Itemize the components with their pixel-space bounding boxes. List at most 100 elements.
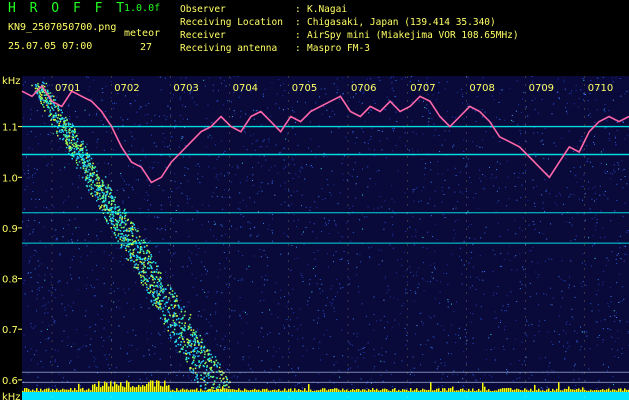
noise-pixel bbox=[542, 388, 544, 390]
noise-pixel bbox=[378, 249, 380, 251]
noise-pixel bbox=[239, 192, 241, 194]
meteor-pixel bbox=[206, 365, 208, 367]
noise-pixel bbox=[37, 143, 39, 145]
info-value: K.Nagai bbox=[307, 4, 348, 15]
app-version: 1.0.0f bbox=[124, 3, 161, 14]
noise-pixel bbox=[125, 183, 127, 185]
noise-pixel bbox=[555, 195, 557, 197]
noise-pixel bbox=[69, 115, 70, 117]
noise-pixel bbox=[564, 357, 566, 359]
noise-pixel bbox=[515, 110, 517, 112]
noise-pixel bbox=[534, 206, 536, 207]
meteor-pixel bbox=[190, 351, 192, 353]
noise-pixel bbox=[162, 238, 164, 240]
noise-pixel bbox=[533, 340, 535, 342]
noise-pixel bbox=[387, 285, 389, 287]
noise-pixel bbox=[103, 327, 105, 329]
noise-pixel bbox=[624, 253, 626, 255]
noise-pixel bbox=[564, 88, 566, 90]
noise-pixel bbox=[349, 207, 350, 209]
noise-pixel bbox=[68, 103, 70, 105]
meteor-pixel bbox=[82, 162, 85, 164]
meteor-pixel bbox=[69, 147, 72, 150]
noise-pixel bbox=[77, 133, 79, 134]
noise-pixel bbox=[586, 335, 588, 337]
meteor-pixel bbox=[180, 308, 183, 311]
noise-pixel bbox=[607, 260, 609, 262]
noise-pixel bbox=[367, 186, 369, 188]
noise-pixel bbox=[537, 277, 539, 278]
meteor-pixel bbox=[133, 260, 136, 263]
noise-pixel bbox=[461, 283, 463, 285]
noise-pixel bbox=[492, 249, 494, 251]
noise-pixel bbox=[335, 250, 337, 252]
meteor-pixel bbox=[123, 210, 125, 212]
noise-pixel bbox=[391, 82, 393, 84]
noise-pixel bbox=[546, 386, 548, 388]
noise-pixel bbox=[180, 121, 182, 123]
noise-pixel bbox=[323, 334, 325, 336]
meteor-pixel bbox=[219, 377, 221, 380]
meteor-pixel bbox=[176, 318, 178, 321]
noise-pixel bbox=[542, 207, 544, 209]
signal-bar bbox=[88, 388, 90, 392]
meteor-pixel bbox=[189, 317, 191, 319]
meteor-pixel bbox=[142, 250, 145, 253]
signal-bar bbox=[460, 388, 462, 392]
meteor-pixel bbox=[123, 240, 125, 242]
noise-pixel bbox=[97, 238, 99, 240]
noise-pixel bbox=[139, 378, 141, 380]
noise-pixel bbox=[422, 324, 424, 326]
noise-pixel bbox=[580, 282, 582, 284]
noise-pixel bbox=[276, 351, 277, 353]
noise-pixel bbox=[404, 192, 406, 194]
noise-pixel bbox=[47, 85, 48, 87]
noise-pixel bbox=[523, 307, 525, 309]
noise-pixel bbox=[231, 116, 233, 118]
signal-bar bbox=[352, 389, 354, 392]
signal-bar bbox=[480, 390, 482, 392]
noise-pixel bbox=[38, 99, 40, 100]
signal-bar bbox=[500, 388, 502, 392]
meteor-pixel bbox=[190, 344, 192, 347]
meteor-pixel bbox=[49, 111, 51, 113]
noise-pixel bbox=[171, 191, 173, 193]
noise-pixel bbox=[570, 240, 572, 242]
noise-pixel bbox=[534, 98, 536, 100]
signal-bar bbox=[550, 391, 552, 392]
noise-pixel bbox=[552, 297, 554, 299]
noise-pixel bbox=[347, 369, 349, 371]
meteor-pixel bbox=[121, 245, 123, 247]
signal-bar bbox=[568, 386, 570, 392]
noise-pixel bbox=[317, 309, 319, 311]
noise-pixel bbox=[602, 284, 604, 286]
meteor-pixel bbox=[128, 239, 130, 241]
noise-pixel bbox=[522, 172, 524, 174]
meteor-pixel bbox=[180, 327, 182, 329]
noise-pixel bbox=[596, 388, 598, 390]
signal-bar bbox=[598, 390, 600, 392]
noise-pixel bbox=[622, 170, 624, 172]
noise-pixel bbox=[368, 112, 370, 114]
noise-pixel bbox=[130, 360, 132, 361]
noise-pixel bbox=[297, 101, 298, 103]
noise-pixel bbox=[156, 216, 158, 218]
noise-pixel bbox=[113, 149, 115, 151]
meteor-pixel bbox=[101, 191, 104, 194]
meteor-pixel bbox=[75, 142, 77, 144]
noise-pixel bbox=[167, 197, 169, 199]
meteor-pixel bbox=[56, 132, 58, 134]
meteor-pixel bbox=[127, 234, 130, 236]
noise-pixel bbox=[122, 263, 124, 265]
noise-pixel bbox=[560, 306, 562, 308]
noise-pixel bbox=[393, 76, 394, 78]
signal-bar bbox=[490, 390, 492, 392]
noise-pixel bbox=[444, 130, 446, 132]
signal-bar bbox=[100, 387, 102, 392]
noise-pixel bbox=[263, 139, 265, 141]
noise-pixel bbox=[375, 183, 377, 185]
meteor-pixel bbox=[184, 344, 186, 346]
noise-pixel bbox=[319, 288, 321, 290]
signal-bar bbox=[510, 388, 512, 392]
meteor-pixel bbox=[135, 259, 137, 261]
